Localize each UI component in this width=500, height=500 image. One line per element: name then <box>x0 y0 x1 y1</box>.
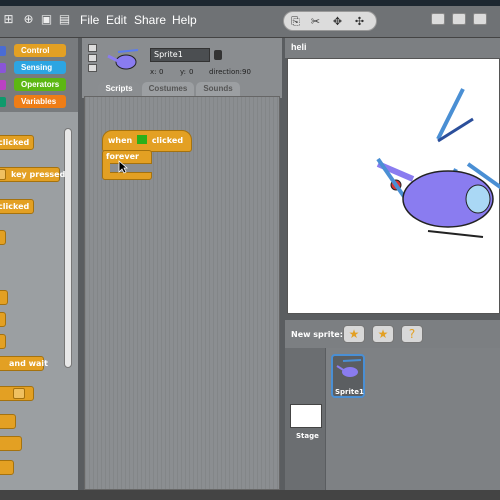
key-dropdown[interactable] <box>0 169 6 180</box>
paint-new-sprite-button[interactable]: ★ <box>343 325 365 343</box>
stage[interactable] <box>287 58 500 314</box>
category-control[interactable]: Control <box>14 44 66 57</box>
stage-thumbnail[interactable] <box>290 404 322 428</box>
palette-wait-until-block[interactable] <box>0 386 34 401</box>
category-looks-tab[interactable] <box>0 63 6 73</box>
tab-sounds[interactable]: Sounds <box>196 82 240 96</box>
sprite-x-label: x: <box>150 68 157 76</box>
scratch-logo-icon: ⊞ <box>3 12 14 26</box>
palette-forever-block[interactable] <box>0 290 8 305</box>
no-rotate-icon[interactable] <box>88 64 97 72</box>
duplicate-icon[interactable]: ⎘ <box>288 14 303 29</box>
when-label: when <box>108 136 133 145</box>
helicopter-sprite[interactable] <box>288 59 500 315</box>
when-flag-clicked-block[interactable]: when clicked <box>102 130 192 152</box>
category-sensing[interactable]: Sensing <box>14 61 66 74</box>
mouse-cursor-icon <box>118 160 128 174</box>
rotation-style-buttons <box>88 44 98 74</box>
sprite1-thumbnail-label: Sprite1 <box>335 388 364 396</box>
menu-share[interactable]: Share <box>134 13 166 27</box>
clicked-label: clicked <box>151 136 184 145</box>
rotate-icon[interactable] <box>88 44 97 52</box>
sprite-x-value: 0 <box>159 68 164 76</box>
palette-stop-block[interactable] <box>0 460 14 475</box>
new-sprite-label: New sprite: <box>291 330 343 339</box>
tab-scripts[interactable]: Scripts <box>98 82 140 96</box>
palette-if-else-block[interactable] <box>0 436 22 451</box>
shrink-icon[interactable]: ✣ <box>352 14 367 29</box>
menu-help[interactable]: Help <box>172 13 197 27</box>
palette-when-key-pressed-block[interactable]: key pressed <box>0 167 65 182</box>
palette-wait-block[interactable] <box>0 230 6 245</box>
green-flag-icon <box>137 135 148 144</box>
choose-sprite-file-button[interactable]: ★ <box>372 325 394 343</box>
category-sound-tab[interactable] <box>0 80 6 90</box>
tab-costumes[interactable]: Costumes <box>142 82 194 96</box>
sprite-name-field[interactable]: Sprite1 <box>150 48 210 62</box>
palette-block-label: clicked <box>0 202 30 211</box>
category-variables[interactable]: Variables <box>14 95 66 108</box>
category-motion-tab[interactable] <box>0 46 6 56</box>
palette-block-label: clicked <box>0 138 30 147</box>
palette-if-block[interactable] <box>0 414 16 429</box>
menu-edit[interactable]: Edit <box>106 13 127 27</box>
palette-when-sprite-clicked-block[interactable]: clicked <box>0 199 34 214</box>
palette-block-label: and wait <box>9 359 48 368</box>
category-operators[interactable]: Operators <box>14 78 66 91</box>
share-icon[interactable]: ▤ <box>58 13 71 26</box>
save-icon[interactable]: ▣ <box>40 13 53 26</box>
palette-when-flag-clicked-block[interactable]: clicked <box>0 135 34 150</box>
delete-icon[interactable]: ✂ <box>308 14 323 29</box>
lock-icon[interactable] <box>214 50 222 60</box>
sprite-direction-value: 90 <box>242 68 251 76</box>
sprite-direction-label: direction: <box>209 68 243 76</box>
sprite-tools: ⎘ ✂ ✥ ✣ <box>283 11 377 31</box>
taskbar <box>0 490 500 500</box>
normal-stage-mode-button[interactable] <box>452 13 466 25</box>
menu-file[interactable]: File <box>80 13 99 27</box>
sprite-y-label: y: <box>180 68 186 76</box>
project-title: heli <box>291 42 307 52</box>
palette-scrollbar[interactable] <box>64 128 72 368</box>
palette-block-label: key pressed <box>11 170 66 179</box>
forever-block-slot <box>110 163 152 173</box>
helicopter-thumbnail-icon <box>336 359 362 377</box>
palette-broadcast-block[interactable] <box>0 334 6 349</box>
grow-icon[interactable]: ✥ <box>330 14 345 29</box>
small-stage-mode-button[interactable] <box>431 13 445 25</box>
window-title-strip <box>0 0 500 6</box>
category-pen-tab[interactable] <box>0 97 6 107</box>
stage-thumbnail-label: Stage <box>296 432 319 440</box>
presentation-mode-button[interactable] <box>473 13 487 25</box>
palette-broadcast-and-wait-block[interactable]: and wait <box>0 356 48 371</box>
globe-icon[interactable]: ⊕ <box>22 13 35 26</box>
condition-dropdown[interactable] <box>13 388 25 399</box>
palette-repeat-block[interactable] <box>0 312 6 327</box>
sprite-y-value: 0 <box>189 68 194 76</box>
sprite-thumbnail-icon <box>107 49 139 70</box>
random-sprite-button[interactable]: ? <box>401 325 423 343</box>
stage-header <box>285 38 500 58</box>
flip-icon[interactable] <box>88 54 97 62</box>
